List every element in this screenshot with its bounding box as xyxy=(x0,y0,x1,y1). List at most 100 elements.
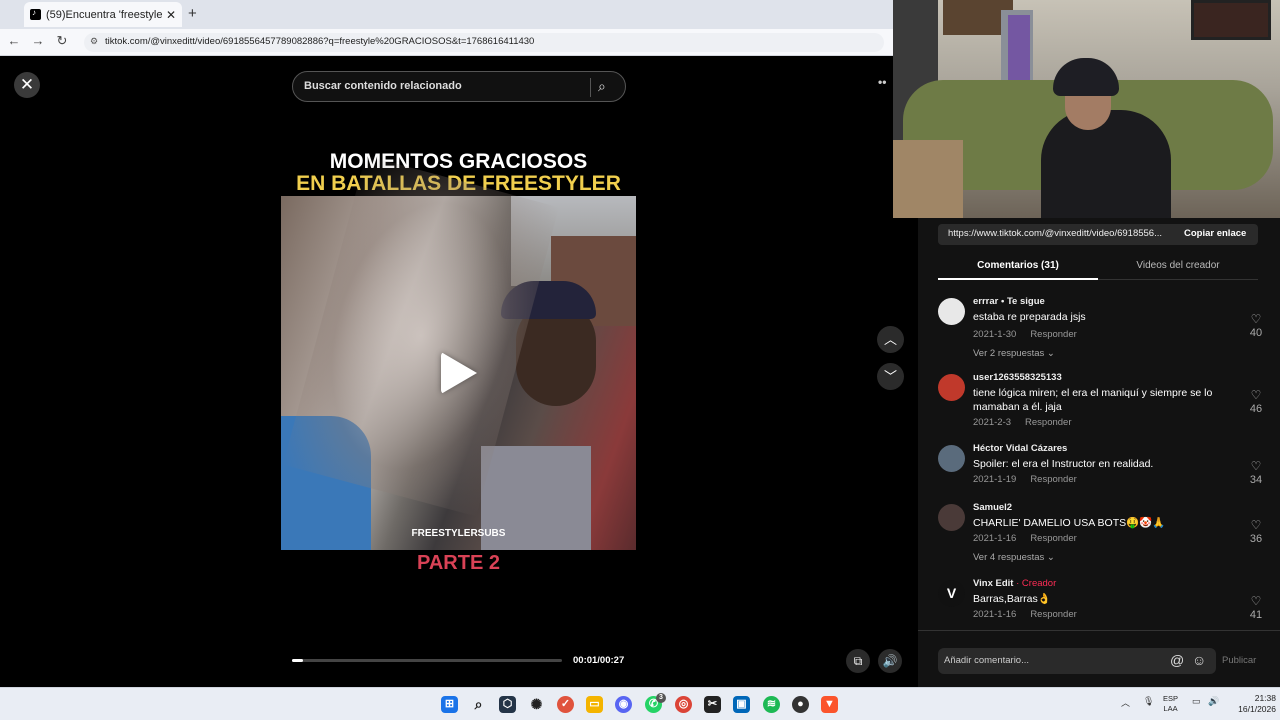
reply-button[interactable]: Responder xyxy=(1030,533,1076,544)
play-icon[interactable] xyxy=(441,352,477,394)
url-text: tiktok.com/@vinxeditt/video/691855645778… xyxy=(105,36,535,47)
spotify-icon[interactable]: ≋ xyxy=(763,696,780,713)
reply-button[interactable]: Responder xyxy=(1030,329,1076,340)
avatar[interactable] xyxy=(938,374,965,401)
comment-list[interactable]: errrar • Te sigue estaba re preparada js… xyxy=(918,284,1280,631)
copy-link-button[interactable]: Copiar enlace xyxy=(1184,228,1246,239)
comment-likes[interactable]: ♡ 36 xyxy=(1244,518,1268,545)
comment-likes[interactable]: ♡ 41 xyxy=(1244,594,1268,621)
share-link[interactable]: https://www.tiktok.com/@vinxeditt/video/… xyxy=(948,228,1174,239)
windows-start-icon[interactable]: ⊞ xyxy=(441,696,458,713)
comment-author[interactable]: Samuel2 xyxy=(973,502,1012,513)
comment-date: 2021-2-3 xyxy=(973,417,1012,428)
heart-icon[interactable]: ♡ xyxy=(1244,594,1268,608)
brave-icon[interactable]: ▼ xyxy=(821,696,838,713)
url-field[interactable]: ⚙ tiktok.com/@vinxeditt/video/6918556457… xyxy=(84,33,884,52)
webcam-hat xyxy=(1053,58,1119,96)
close-tab-icon[interactable]: ✕ xyxy=(166,8,176,22)
comment-compose[interactable]: Añadir comentario... @ ☺ xyxy=(938,648,1216,674)
volume-icon[interactable]: 🔊 xyxy=(878,649,902,673)
heart-icon[interactable]: ♡ xyxy=(1244,312,1268,326)
avatar[interactable] xyxy=(938,504,965,531)
lang-line2: LAA xyxy=(1163,704,1178,713)
app-icon[interactable]: ⬡ xyxy=(499,696,516,713)
comment-meta: 2021-1-16 Responder xyxy=(973,609,1077,620)
creator-badge: · Creador xyxy=(1016,578,1057,589)
close-viewer-button[interactable]: ✕ xyxy=(14,72,40,98)
heart-icon[interactable]: ♡ xyxy=(1244,518,1268,532)
next-video-button[interactable]: ﹀ xyxy=(877,363,904,390)
like-count: 40 xyxy=(1249,327,1263,339)
browser-tab-bar: (59)Encuentra 'freestyle GRACIOSOS' ✕ + xyxy=(0,0,893,29)
search-icon[interactable]: ⌕ xyxy=(598,78,606,95)
clock-time: 21:38 xyxy=(1254,693,1276,703)
avatar[interactable] xyxy=(938,445,965,472)
comment-author[interactable]: user1263558325133 xyxy=(973,372,1062,383)
volume-tray-icon[interactable]: 🔊 xyxy=(1208,696,1219,707)
comment-likes[interactable]: ♡ 40 xyxy=(1244,312,1268,339)
discord-icon[interactable]: ◉ xyxy=(615,696,632,713)
avatar[interactable]: V xyxy=(938,580,965,607)
emoji-icon[interactable]: ☺ xyxy=(1192,652,1206,668)
heart-icon[interactable]: ♡ xyxy=(1244,388,1268,402)
video-frame[interactable] xyxy=(281,155,636,550)
capcut-icon[interactable]: ✂ xyxy=(704,696,721,713)
store-icon[interactable]: ▣ xyxy=(733,696,750,713)
forward-icon[interactable]: → xyxy=(28,33,48,48)
tab-title: (59)Encuentra 'freestyle GRACIOSOS' xyxy=(46,8,162,21)
lang-line1: ESP xyxy=(1163,694,1179,703)
search-input[interactable]: Buscar contenido relacionado xyxy=(304,80,462,92)
comment-meta: 2021-1-19 Responder xyxy=(973,474,1077,485)
search-icon[interactable]: ⌕ xyxy=(470,696,487,713)
comment-likes[interactable]: ♡ 46 xyxy=(1244,388,1268,415)
comment-author[interactable]: Vinx Edit · Creador xyxy=(973,578,1056,589)
folder-icon[interactable]: ▭ xyxy=(586,696,603,713)
webcam-desk xyxy=(893,140,963,218)
video-time: 00:01/00:27 xyxy=(573,655,625,666)
publish-button[interactable]: Publicar xyxy=(1222,655,1256,666)
view-replies-button[interactable]: Ver 4 respuestas ⌄ xyxy=(973,552,1055,563)
reply-button[interactable]: Responder xyxy=(1030,474,1076,485)
new-tab-icon[interactable]: + xyxy=(188,5,197,22)
site-info-icon[interactable]: ⚙ xyxy=(90,36,98,47)
microphone-icon[interactable]: 🎙 xyxy=(1143,696,1154,707)
related-search-box[interactable]: Buscar contenido relacionado ⌕ xyxy=(292,71,626,102)
reply-button[interactable]: Responder xyxy=(1030,609,1076,620)
comment-author[interactable]: Héctor Vidal Cázares xyxy=(973,443,1067,454)
comment-text: Barras,Barras👌 xyxy=(973,593,1051,605)
more-options-icon[interactable]: •• xyxy=(878,75,886,89)
address-bar: ← → ↻ ⚙ tiktok.com/@vinxeditt/video/6918… xyxy=(0,29,893,56)
video-player[interactable]: Buscar contenido relacionado ⌕ MOMENTOS … xyxy=(281,57,636,687)
browser-tab[interactable]: (59)Encuentra 'freestyle GRACIOSOS' ✕ xyxy=(24,2,182,27)
network-icon[interactable]: ▭ xyxy=(1192,696,1201,707)
reload-icon[interactable]: ↻ xyxy=(52,33,72,49)
floating-player-icon[interactable]: ⧉ xyxy=(846,649,870,673)
comment-input[interactable]: Añadir comentario... xyxy=(944,655,1029,666)
reply-button[interactable]: Responder xyxy=(1025,417,1071,428)
video-progress-bar[interactable] xyxy=(292,659,562,662)
mention-icon[interactable]: @ xyxy=(1170,652,1184,668)
tab-creator-videos[interactable]: Videos del creador xyxy=(1098,260,1258,271)
comment-author[interactable]: errrar • Te sigue xyxy=(973,296,1045,307)
todo-icon[interactable]: ✓ xyxy=(557,696,574,713)
video-watermark: FREESTYLERSUBS xyxy=(411,528,506,539)
previous-video-button[interactable]: ︿ xyxy=(877,326,904,353)
view-replies-button[interactable]: Ver 2 respuestas ⌄ xyxy=(973,348,1055,359)
avatar[interactable] xyxy=(938,298,965,325)
comment-text: Spoiler: el era el Instructor en realida… xyxy=(973,458,1154,470)
obs-icon[interactable]: ● xyxy=(792,696,809,713)
back-icon[interactable]: ← xyxy=(4,33,24,48)
tab-comments[interactable]: Comentarios (31) xyxy=(938,260,1098,271)
comment-likes[interactable]: ♡ 34 xyxy=(1244,459,1268,486)
comment-meta: 2021-2-3 Responder xyxy=(973,417,1072,428)
tray-expand-icon[interactable]: ︿ xyxy=(1121,696,1130,709)
like-count: 36 xyxy=(1249,533,1263,545)
language-indicator[interactable]: ESP LAA xyxy=(1163,694,1178,714)
clock[interactable]: 21:38 16/1/2026 xyxy=(1232,693,1276,715)
taskbar: ⊞ ⌕ ⬡ ✺ ✓ ▭ ◉ ✆ 3 ◎ ✂ ▣ ≋ ● ▼ ︿ 🎙 ESP LA… xyxy=(0,687,1280,720)
chatgpt-icon[interactable]: ✺ xyxy=(528,696,545,713)
comment-text: estaba re preparada jsjs xyxy=(973,311,1086,323)
chrome-icon[interactable]: ◎ xyxy=(675,696,692,713)
whatsapp-badge: 3 xyxy=(656,693,666,703)
heart-icon[interactable]: ♡ xyxy=(1244,459,1268,473)
